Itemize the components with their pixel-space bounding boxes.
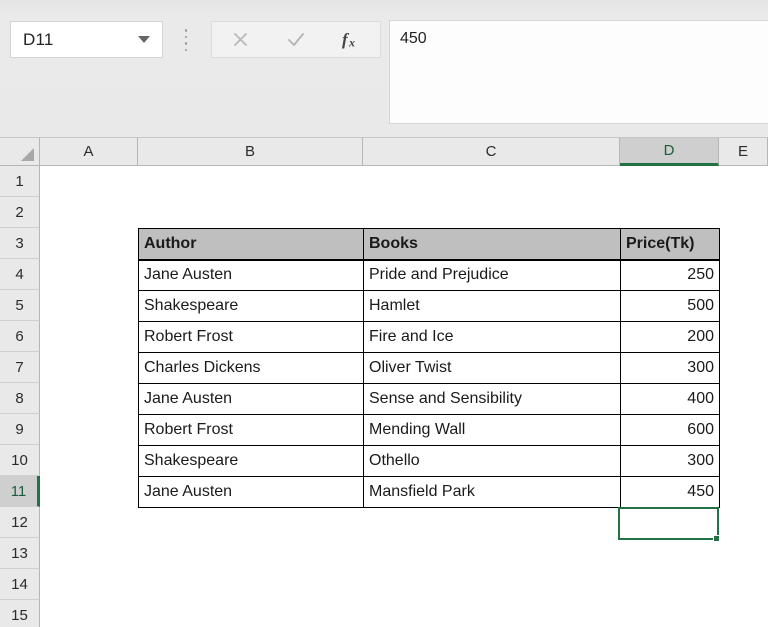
cell-price[interactable]: 400 bbox=[620, 383, 720, 415]
table-row: Shakespeare Hamlet 500 bbox=[138, 290, 720, 322]
row-header-12[interactable]: 12 bbox=[0, 507, 40, 538]
cells-area[interactable]: Author Books Price(Tk) Jane Austen Pride … bbox=[40, 166, 768, 627]
insert-function-button[interactable]: f x bbox=[330, 22, 374, 57]
cell-book[interactable]: Fire and Ice bbox=[363, 321, 621, 353]
table-row: Jane Austen Mansfield Park 450 bbox=[138, 476, 720, 508]
cell-author[interactable]: Robert Frost bbox=[138, 321, 364, 353]
row-header-11[interactable]: 11 bbox=[0, 476, 40, 507]
worksheet-grid: ABCDE 1 2 3 4 5 6 7 8 9 10 11 12 13 14 15 Author Books… bbox=[0, 138, 768, 627]
cell-author[interactable]: Jane Austen bbox=[138, 383, 364, 415]
book-price-table: Author Books Price(Tk) Jane Austen Pride … bbox=[138, 228, 720, 508]
formula-content: 450 bbox=[400, 30, 427, 47]
cell-book[interactable]: Mending Wall bbox=[363, 414, 621, 446]
row-header-7[interactable]: 7 bbox=[0, 352, 40, 383]
row-header-5[interactable]: 5 bbox=[0, 290, 40, 321]
table-row: Charles Dickens Oliver Twist 300 bbox=[138, 352, 720, 384]
table-row: Shakespeare Othello 300 bbox=[138, 445, 720, 477]
table-body: Jane Austen Pride and Prejudice 250 Shakesp… bbox=[138, 259, 720, 508]
fill-handle[interactable] bbox=[713, 535, 720, 542]
column-header-price[interactable]: Price(Tk) bbox=[620, 228, 720, 261]
cell-book[interactable]: Mansfield Park bbox=[363, 476, 621, 508]
cell-book[interactable]: Hamlet bbox=[363, 290, 621, 322]
table-header: Author Books Price(Tk) bbox=[138, 228, 720, 261]
cell-book[interactable]: Sense and Sensibility bbox=[363, 383, 621, 415]
column-header-d[interactable]: D bbox=[620, 138, 719, 166]
cell-price[interactable]: 250 bbox=[620, 259, 720, 291]
cell-price[interactable]: 300 bbox=[620, 445, 720, 477]
formula-bar-area: D11 f x 450 bbox=[0, 0, 768, 138]
close-x-icon bbox=[233, 33, 247, 46]
name-box[interactable]: D11 bbox=[10, 21, 163, 58]
row-headers: 1 2 3 4 5 6 7 8 9 10 11 12 13 14 15 bbox=[0, 166, 40, 627]
svg-text:x: x bbox=[348, 36, 355, 50]
cell-book[interactable]: Oliver Twist bbox=[363, 352, 621, 384]
cell-author[interactable]: Robert Frost bbox=[138, 414, 364, 446]
check-icon bbox=[288, 33, 304, 46]
cell-author[interactable]: Charles Dickens bbox=[138, 352, 364, 384]
cell-book[interactable]: Othello bbox=[363, 445, 621, 477]
cell-author[interactable]: Shakespeare bbox=[138, 445, 364, 477]
cell-book[interactable]: Pride and Prejudice bbox=[363, 259, 621, 291]
cell-author[interactable]: Shakespeare bbox=[138, 290, 364, 322]
table-row: Robert Frost Mending Wall 600 bbox=[138, 414, 720, 446]
table-header-row: Author Books Price(Tk) bbox=[138, 228, 720, 261]
cell-price[interactable]: 600 bbox=[620, 414, 720, 446]
cell-price[interactable]: 500 bbox=[620, 290, 720, 322]
fx-icon: f x bbox=[342, 30, 355, 50]
row-header-9[interactable]: 9 bbox=[0, 414, 40, 445]
cell-author[interactable]: Jane Austen bbox=[138, 259, 364, 291]
row-header-8[interactable]: 8 bbox=[0, 383, 40, 414]
table-row: Jane Austen Sense and Sensibility 400 bbox=[138, 383, 720, 415]
row-header-3[interactable]: 3 bbox=[0, 228, 40, 259]
cell-price[interactable]: 450 bbox=[620, 476, 720, 508]
column-header-author[interactable]: Author bbox=[138, 228, 364, 261]
table-row: Jane Austen Pride and Prejudice 250 bbox=[138, 259, 720, 291]
row-header-10[interactable]: 10 bbox=[0, 445, 40, 476]
row-header-2[interactable]: 2 bbox=[0, 197, 40, 228]
column-header-c[interactable]: C bbox=[363, 138, 620, 166]
row-header-13[interactable]: 13 bbox=[0, 538, 40, 569]
table-row: Robert Frost Fire and Ice 200 bbox=[138, 321, 720, 353]
row-header-6[interactable]: 6 bbox=[0, 321, 40, 352]
confirm-entry-button[interactable] bbox=[274, 22, 318, 57]
vertical-dots-icon bbox=[184, 29, 188, 51]
select-all-corner[interactable] bbox=[0, 138, 40, 166]
excel-worksheet-window: D11 f x 450 A B C D E 1 2 3 4 5 6 7 8 9 … bbox=[0, 0, 768, 627]
row-header-4[interactable]: 4 bbox=[0, 259, 40, 290]
cell-price[interactable]: 200 bbox=[620, 321, 720, 353]
row-header-1[interactable]: 1 bbox=[0, 166, 40, 197]
formula-input[interactable]: 450 bbox=[389, 20, 768, 124]
name-box-value: D11 bbox=[23, 29, 54, 49]
cell-price[interactable]: 300 bbox=[620, 352, 720, 384]
column-header-a[interactable]: A bbox=[40, 138, 138, 166]
column-headers: ABCDE bbox=[0, 138, 768, 166]
column-header-books[interactable]: Books bbox=[363, 228, 621, 261]
row-header-14[interactable]: 14 bbox=[0, 569, 40, 600]
row-header-15[interactable]: 15 bbox=[0, 600, 40, 627]
chevron-down-icon[interactable] bbox=[138, 36, 150, 43]
active-cell-selection-border bbox=[618, 507, 719, 540]
cancel-entry-button[interactable] bbox=[218, 22, 262, 57]
column-header-e[interactable]: E bbox=[719, 138, 768, 166]
column-header-b[interactable]: B bbox=[138, 138, 363, 166]
formula-actions-group: f x bbox=[211, 21, 381, 58]
cell-author[interactable]: Jane Austen bbox=[138, 476, 364, 508]
